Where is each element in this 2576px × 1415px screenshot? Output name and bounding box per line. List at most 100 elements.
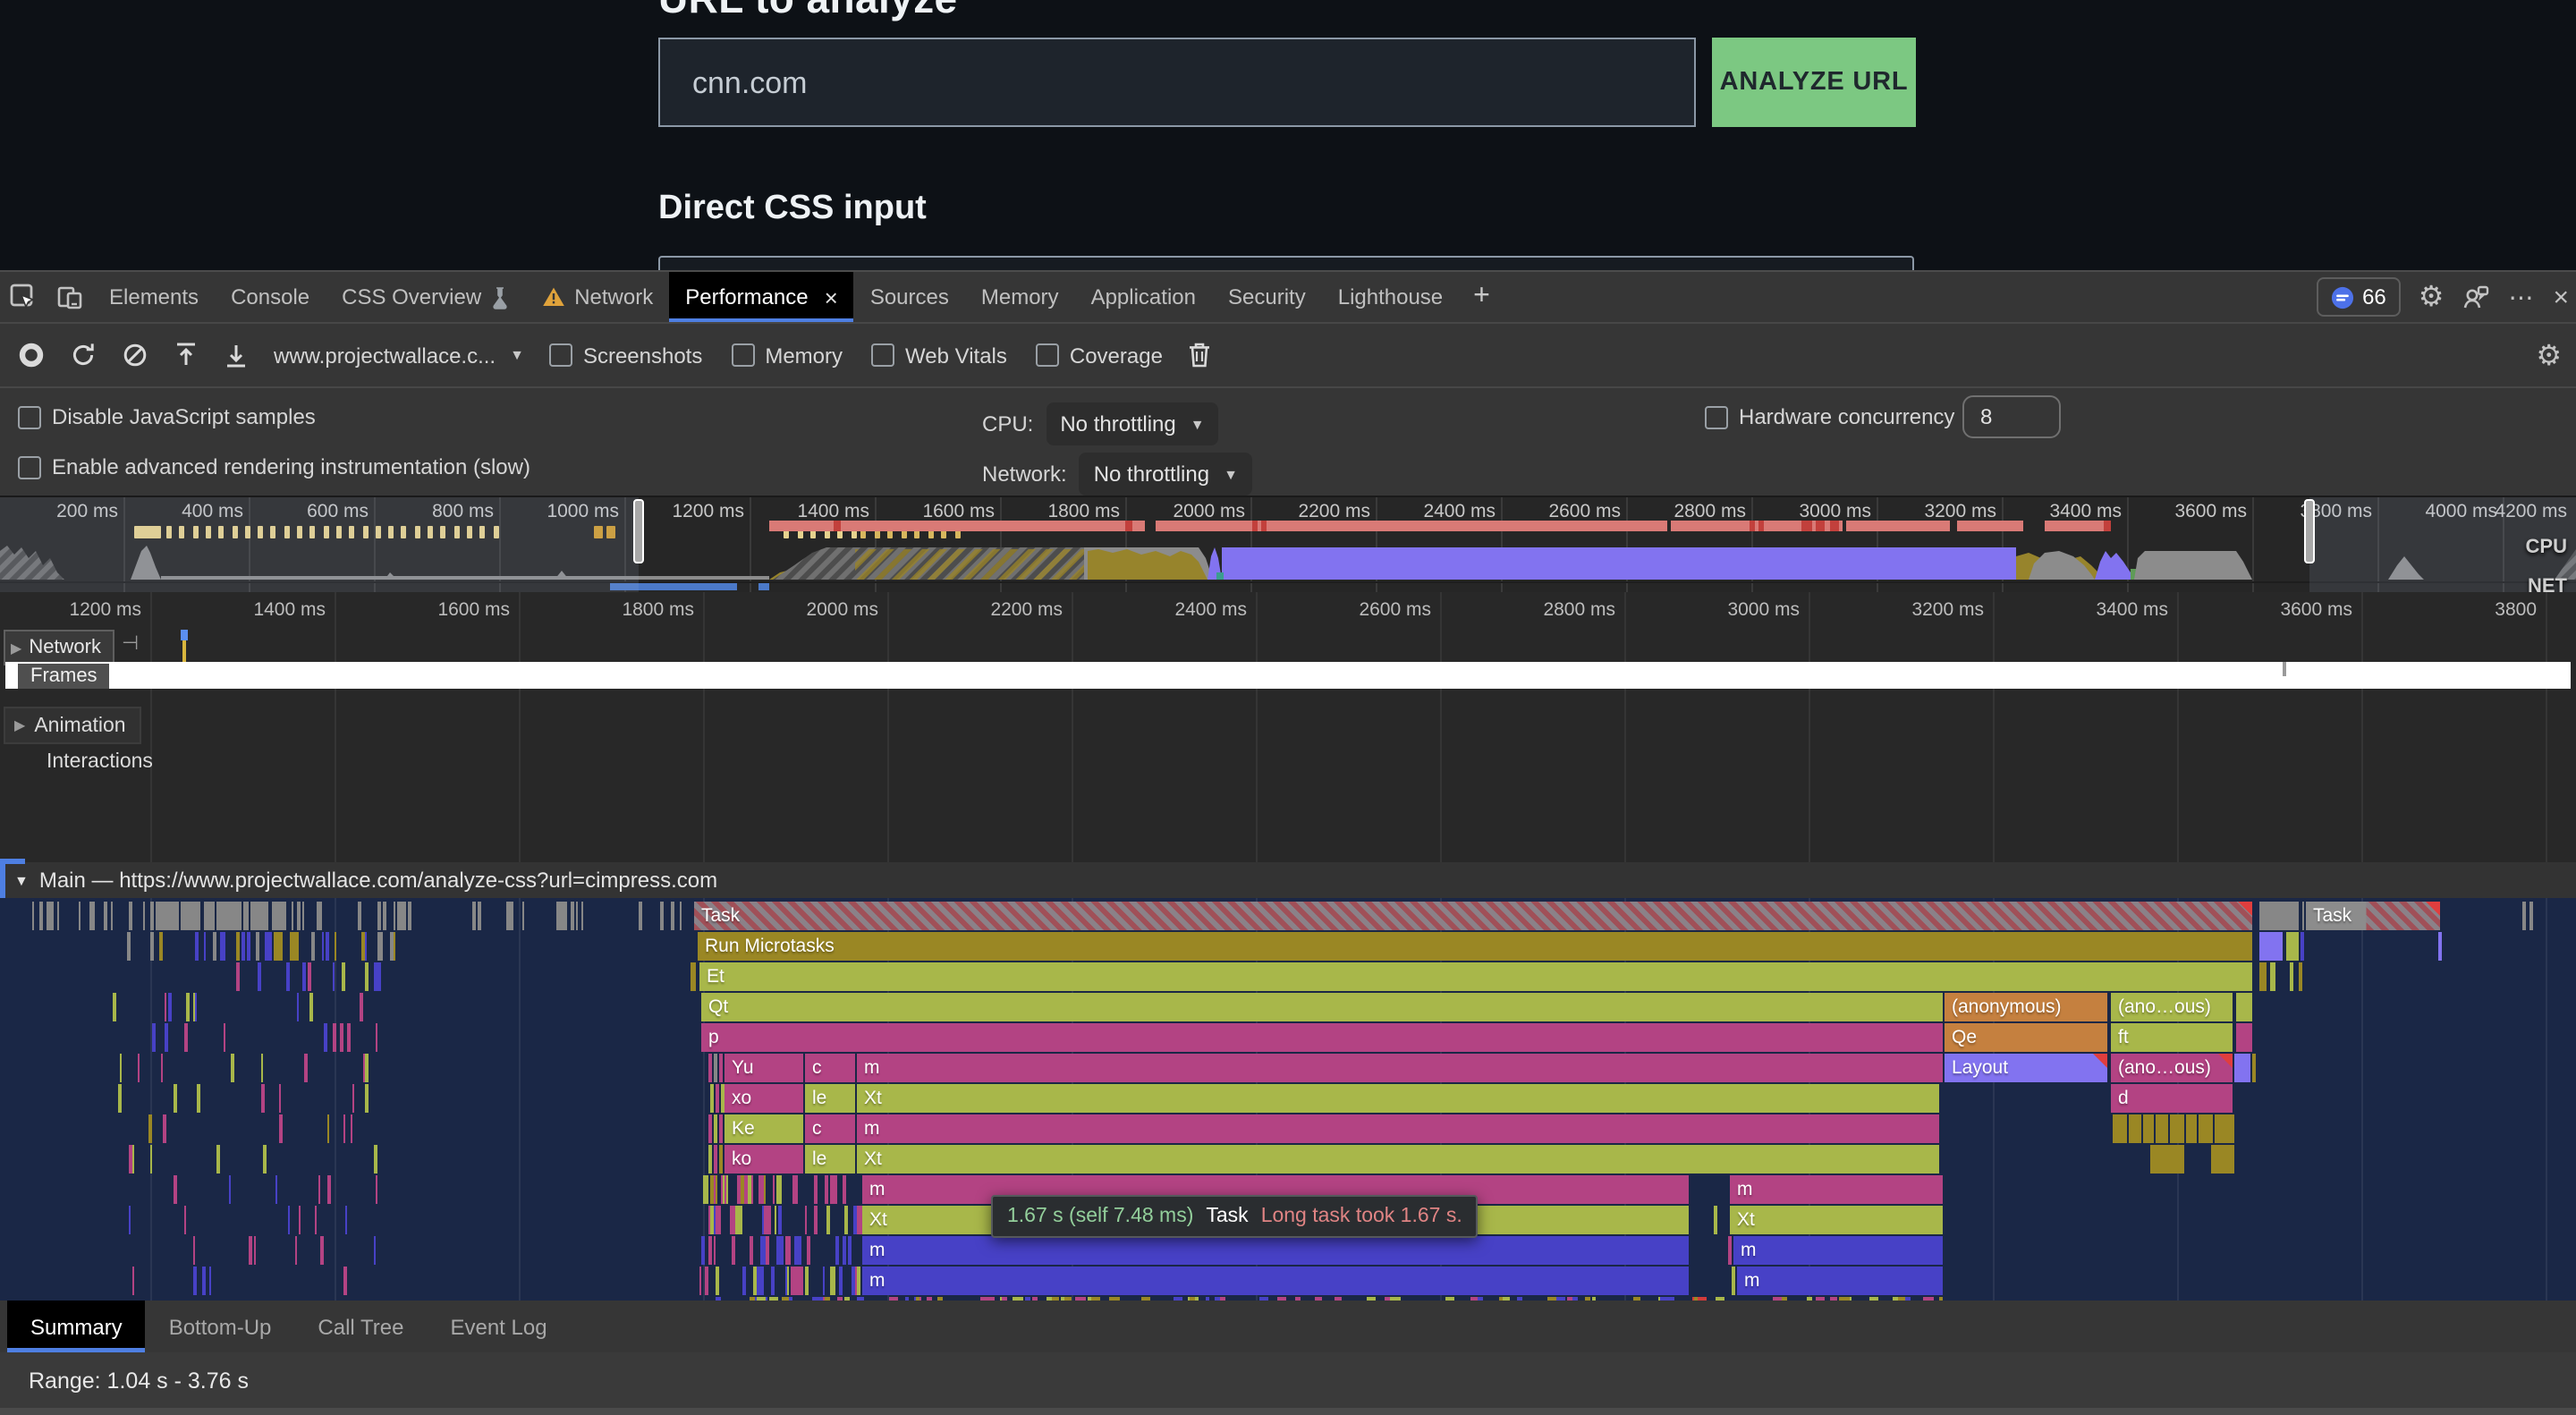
flame-sliver[interactable] <box>208 1267 211 1295</box>
flame-sliver[interactable] <box>776 1236 781 1265</box>
main-track-header[interactable]: ▼ Main — https://www.projectwallace.com/… <box>0 862 2576 898</box>
flame-sliver[interactable] <box>128 1206 131 1234</box>
flame-sliver[interactable] <box>309 962 312 991</box>
flame-segment-xo[interactable]: xo <box>724 1084 803 1113</box>
checkbox-screenshots[interactable]: Screenshots <box>549 343 702 368</box>
flame-sliver[interactable] <box>219 932 225 961</box>
flame-sliver[interactable] <box>111 902 114 930</box>
flame-sliver[interactable] <box>119 1054 122 1082</box>
flame-sliver[interactable] <box>842 1175 846 1204</box>
flame-sliver[interactable] <box>721 1084 724 1113</box>
flame-sliver[interactable] <box>761 1236 767 1265</box>
css-textarea-partial[interactable] <box>658 256 1914 270</box>
flame-sliver[interactable] <box>770 1267 774 1295</box>
flame-sliver[interactable] <box>132 1267 134 1295</box>
flame-sliver[interactable] <box>195 902 199 930</box>
flame-sliver[interactable] <box>151 902 154 930</box>
tab-lighthouse[interactable]: Lighthouse <box>1322 272 1459 322</box>
flame-sliver[interactable] <box>2259 962 2267 991</box>
flame-segment-ko[interactable]: ko <box>724 1145 803 1174</box>
flame-sliver[interactable] <box>725 1175 728 1204</box>
flame-sliver[interactable] <box>311 932 315 961</box>
flame-sliver[interactable] <box>321 1236 324 1265</box>
flame-sliver[interactable] <box>521 902 525 930</box>
network-collapse-icon[interactable]: ⊣ <box>122 631 139 655</box>
flame-sliver[interactable] <box>360 993 363 1021</box>
flame-sliver[interactable] <box>319 902 322 930</box>
flame-segment-qe[interactable]: Qe <box>1945 1023 2107 1052</box>
tab--[interactable]: + <box>1459 272 1504 322</box>
flame-sliver[interactable] <box>165 1023 169 1052</box>
flame-sliver[interactable] <box>706 1267 709 1295</box>
flame-sliver[interactable] <box>513 902 514 930</box>
flame-sliver[interactable] <box>572 902 574 930</box>
flame-sliver[interactable] <box>699 1267 702 1295</box>
flame-sliver[interactable] <box>119 1084 123 1113</box>
flame-sliver[interactable] <box>704 1175 708 1204</box>
checkbox-coverage[interactable]: Coverage <box>1036 343 1163 368</box>
flame-segment-m[interactable]: m <box>862 1267 1689 1295</box>
checkbox-memory[interactable]: Memory <box>731 343 843 368</box>
flame-sliver[interactable] <box>753 1267 757 1295</box>
save-profile-icon[interactable] <box>224 342 249 369</box>
flame-sliver[interactable] <box>701 1236 704 1265</box>
flame-sliver[interactable] <box>762 1206 764 1234</box>
flame-sliver[interactable] <box>159 932 162 961</box>
flame-segment-anoous[interactable]: (ano…ous) <box>2111 993 2233 1021</box>
flame-sliver[interactable] <box>298 1206 301 1234</box>
flame-sliver[interactable] <box>708 1054 712 1082</box>
flame-sliver[interactable] <box>744 1175 749 1204</box>
flame-sliver[interactable] <box>1732 1267 1735 1295</box>
flame-sliver[interactable] <box>2211 1145 2234 1174</box>
flame-sliver[interactable] <box>183 1206 186 1234</box>
flame-sliver[interactable] <box>659 902 663 930</box>
flame-sliver[interactable] <box>151 1023 155 1052</box>
flame-segment-c[interactable]: c <box>805 1054 855 1082</box>
flame-sliver[interactable] <box>376 962 379 991</box>
flame-sliver[interactable] <box>174 1084 178 1113</box>
flame-sliver[interactable] <box>2234 1054 2250 1082</box>
flame-sliver[interactable] <box>164 993 166 1021</box>
flame-sliver[interactable] <box>235 962 240 991</box>
flame-sliver[interactable] <box>196 932 198 961</box>
flame-segment-anonymous[interactable]: (anonymous) <box>1945 993 2107 1021</box>
flame-sliver[interactable] <box>1714 1206 1717 1234</box>
flame-sliver[interactable] <box>170 902 177 930</box>
flame-sliver[interactable] <box>326 932 329 961</box>
track-frames[interactable]: Frames <box>18 664 110 689</box>
track-network[interactable]: ▶Network <box>4 630 114 665</box>
flame-sliver[interactable] <box>2252 1054 2256 1082</box>
flame-sliver[interactable] <box>202 1267 205 1295</box>
clear-icon[interactable] <box>122 342 148 369</box>
flame-sliver[interactable] <box>296 902 301 930</box>
tab-elements[interactable]: Elements <box>93 272 215 322</box>
flame-sliver[interactable] <box>269 932 272 961</box>
flame-sliver[interactable] <box>260 1054 263 1082</box>
flame-sliver[interactable] <box>286 962 290 991</box>
flame-sliver[interactable] <box>216 902 223 930</box>
flame-segment-m[interactable]: m <box>857 1054 1943 1082</box>
flame-sliver[interactable] <box>737 1175 740 1204</box>
flame-sliver[interactable] <box>157 902 161 930</box>
flame-sliver[interactable] <box>857 1206 861 1234</box>
selection-handle-right[interactable] <box>2304 499 2315 563</box>
flame-sliver[interactable] <box>334 932 337 961</box>
flame-sliver[interactable] <box>129 1145 132 1174</box>
track-animation[interactable]: ▶Animation <box>4 707 142 744</box>
cpu-throttle-select[interactable]: No throttling▼ <box>1046 402 1218 445</box>
flame-sliver[interactable] <box>506 902 510 930</box>
flame-sliver[interactable] <box>639 902 643 930</box>
flame-sliver[interactable] <box>183 1023 188 1052</box>
flame-sliver[interactable] <box>2186 1114 2197 1143</box>
flame-sliver[interactable] <box>719 1054 723 1082</box>
flame-sliver[interactable] <box>351 1114 353 1143</box>
device-toolbar-icon[interactable] <box>47 272 93 322</box>
flame-sliver[interactable] <box>792 1267 796 1295</box>
flame-sliver[interactable] <box>365 962 368 991</box>
close-devtools-icon[interactable]: × <box>2553 282 2569 312</box>
flame-sliver[interactable] <box>826 1206 831 1234</box>
flame-sliver[interactable] <box>2301 902 2304 930</box>
flame-segment-m[interactable]: m <box>1733 1236 1943 1265</box>
flame-sliver[interactable] <box>708 1145 712 1174</box>
flame-sliver[interactable] <box>799 1267 804 1295</box>
